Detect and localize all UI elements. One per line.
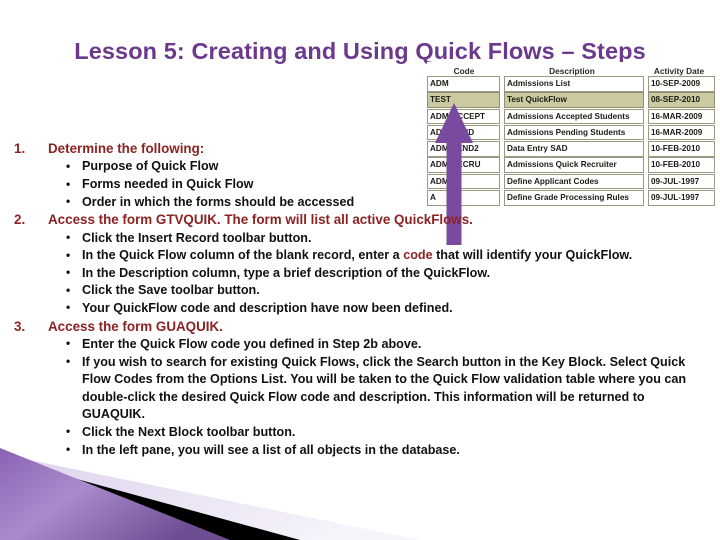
list-item-text: If you wish to search for existing Quick… [82,354,687,422]
bullet-icon: • [66,336,71,351]
list-item-text-tail: that will identify your QuickFlow. [432,248,633,263]
list-item-text: Click the Save toolbar button. [82,283,260,298]
bullet-icon: • [66,247,71,262]
highlighted-term: code [403,248,433,263]
step-item: 3. Access the form GUAQUIK. [0,318,720,336]
cell-description: Admissions Accepted Students [503,108,644,125]
cell-activity-date: 10-SEP-2009 [647,76,715,92]
step-number: 1. [14,141,26,156]
list-item: • In the left pane, you will see a list o… [0,442,720,460]
bullet-icon: • [66,424,71,439]
presentation-slide: Lesson 5: Creating and Using Quick Flows… [0,0,720,540]
table-header-row: Code Description Activity Date [427,62,715,76]
column-header-code: Code [453,66,475,76]
list-item: • In the Quick Flow column of the blank r… [0,247,720,265]
bullet-icon: • [66,194,71,209]
list-item-text: In the Description column, type a brief … [82,265,491,280]
list-item: • Enter the Quick Flow code you defined i… [0,336,720,354]
column-header-description: Description [549,66,595,76]
cell-description: Admissions List [503,76,644,92]
step-sublist: • Click the Insert Record toolbar button.… [0,230,720,318]
list-item: • Click the Save toolbar button. [0,282,720,300]
list-item: • Your QuickFlow code and description hav… [0,300,720,318]
list-item-text: Order in which the forms should be acces… [82,194,355,209]
cell-activity-date: 16-MAR-2009 [647,124,715,141]
list-item-text: Enter the Quick Flow code you defined in… [82,336,422,351]
step-number: 2. [14,212,26,228]
step-text: Access the form GUAQUIK. [48,318,223,334]
list-item-text: Click the Next Block toolbar button. [82,424,296,439]
cell-description: Test QuickFlow [503,92,644,108]
list-item-text: Your QuickFlow code and description have… [82,300,453,315]
cell-description: Admissions Pending Students [503,124,644,141]
step-sublist: • Enter the Quick Flow code you defined i… [0,336,720,459]
step-sublist: • Purpose of Quick Flow • Forms needed in Q… [0,158,720,211]
bullet-icon: • [66,442,71,457]
list-item: • If you wish to search for existing Quic… [0,354,720,424]
list-item: • Forms needed in Quick Flow [0,176,720,194]
list-item: • Click the Insert Record toolbar button. [0,230,720,248]
list-item-text: In the Quick Flow column of the blank re… [82,248,404,263]
table-row[interactable]: ADM Admissions List 10-SEP-2009 [427,76,715,92]
list-item-text: Forms needed in Quick Flow [82,177,254,191]
list-item: • Click the Next Block toolbar button. [0,424,720,442]
cell-activity-date: 16-MAR-2009 [647,108,715,125]
bullet-icon: • [66,282,71,297]
list-item: • In the Description column, type a brief… [0,265,720,283]
step-item: 2. Access the form GTVQUIK. The form will… [0,211,720,229]
list-item: • Order in which the forms should be acce… [0,194,720,212]
list-item-text: Click the Insert Record toolbar button. [82,230,312,245]
cell-activity-date: 08-SEP-2010 [647,92,715,108]
step-number: 3. [14,318,26,334]
bullet-icon: • [66,265,71,280]
step-text: Determine the following: [48,141,205,156]
list-item-text: In the left pane, you will see a list of… [82,442,460,457]
step-text: Access the form GTVQUIK. The form will l… [48,212,473,228]
bullet-icon: • [66,230,71,245]
bullet-icon: • [66,354,71,369]
page-title: Lesson 5: Creating and Using Quick Flows… [74,38,646,64]
cell-code: ADM [427,76,500,92]
step-item: 1. Determine the following: [0,140,720,158]
bullet-icon: • [66,300,71,315]
column-header-activity-date: Activity Date [653,66,705,76]
list-item: • Purpose of Quick Flow [0,158,720,176]
bullet-icon: • [66,176,71,191]
steps-list: 1. Determine the following: • Purpose of Qu… [0,140,720,459]
bullet-icon: • [66,158,71,173]
list-item-text: Purpose of Quick Flow [82,159,219,174]
